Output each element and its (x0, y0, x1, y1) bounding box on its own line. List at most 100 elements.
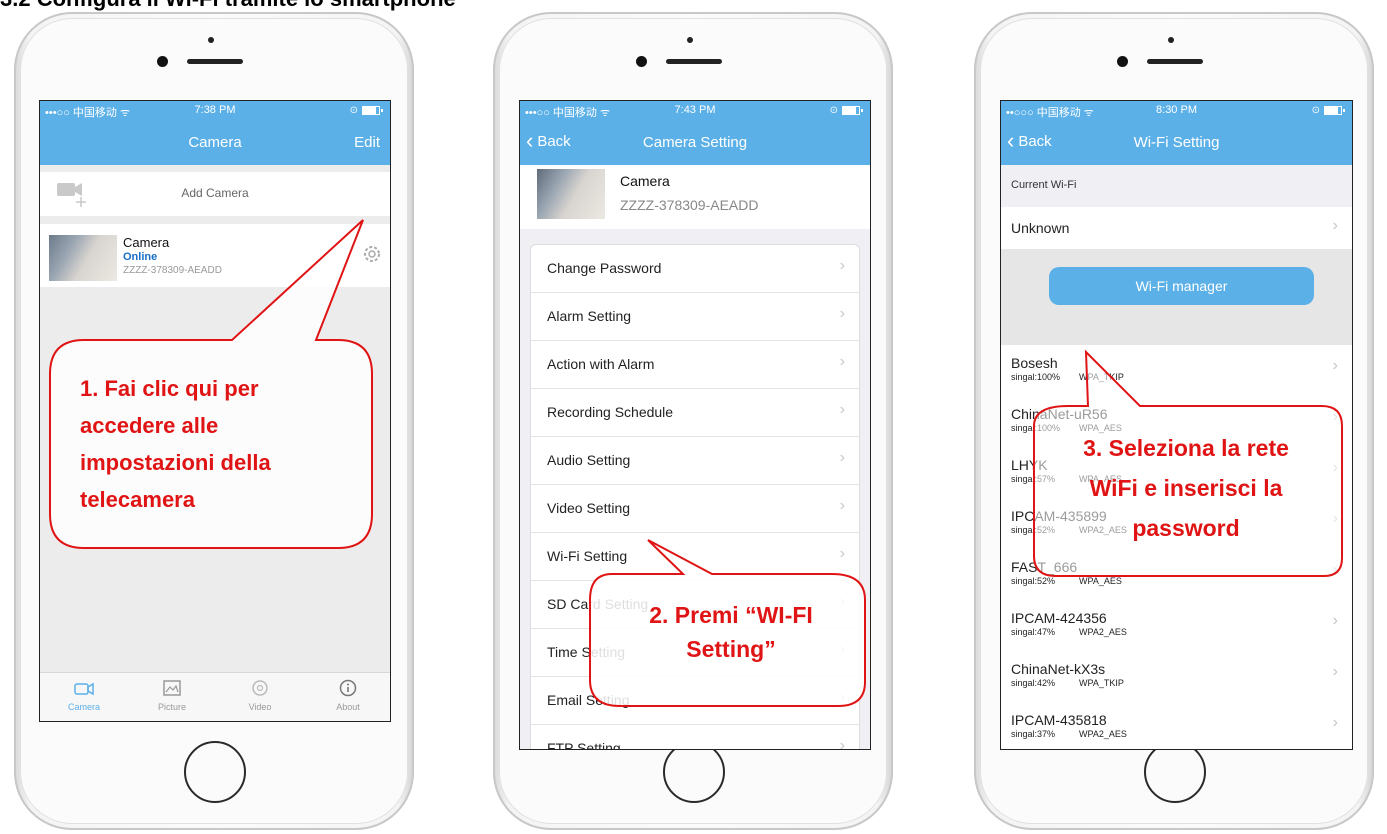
video-tab-icon (252, 680, 268, 696)
chevron-right-icon: › (839, 737, 845, 750)
tab-picture[interactable]: Picture (136, 679, 208, 712)
chevron-right-icon: › (1332, 217, 1338, 234)
tab-about[interactable]: About (312, 679, 384, 712)
camera-name: Camera (620, 173, 670, 189)
network-signal: singal:100% (1011, 372, 1061, 382)
network-item[interactable]: IPCAM-435818 singal:37% WPA2_AES › (1001, 702, 1352, 749)
battery-icon (842, 106, 864, 115)
callout-line: Setting” (686, 636, 776, 662)
network-signal: singal:37% (1011, 729, 1056, 739)
network-item[interactable]: ChinaNet-kX3s singal:42% WPA_TKIP › (1001, 651, 1352, 702)
gear-icon[interactable] (361, 243, 383, 265)
about-tab-icon (339, 679, 357, 697)
camera-lens (636, 56, 647, 67)
home-button[interactable] (1144, 741, 1206, 803)
nav-bar: •••○○ 中国移动 ᯤ 7:38 PM ⊙ Camera Edit (40, 101, 390, 165)
add-camera-row[interactable]: Add Camera (40, 172, 390, 216)
status-bar: •••○○ 中国移动 ᯤ 7:43 PM ⊙ (520, 104, 870, 120)
chevron-right-icon: › (839, 497, 845, 514)
screen-wifi-setting: ••○○○ 中国移动 ᯤ 8:30 PM ⊙ ‹ Back Wi-Fi Setti… (1000, 100, 1353, 750)
menu-item-label: FTP Setting (547, 740, 621, 750)
camera-tab-icon (74, 682, 94, 696)
front-camera (1168, 37, 1174, 43)
phone-2: •••○○ 中国移动 ᯤ 7:43 PM ⊙ ‹ Back Camera Sett… (493, 12, 893, 830)
callout-line: 3. Seleziona la rete (1083, 435, 1289, 461)
nav-bar: •••○○ 中国移动 ᯤ 7:43 PM ⊙ ‹ Back Camera Sett… (520, 101, 870, 165)
tab-label: About (336, 702, 360, 712)
menu-item[interactable]: Change Password › (531, 245, 859, 293)
chevron-right-icon: › (1332, 714, 1338, 731)
chevron-right-icon: › (839, 689, 845, 706)
current-wifi-header: Current Wi-Fi (1011, 179, 1077, 191)
menu-item[interactable]: Alarm Setting › (531, 293, 859, 341)
page-title: Wi-Fi Setting (1133, 134, 1220, 151)
tab-video[interactable]: Video (224, 679, 296, 712)
camera-lens (1117, 56, 1128, 67)
home-button[interactable] (663, 741, 725, 803)
network-item[interactable]: FAST_666 singal:52% WPA_AES › (1001, 549, 1352, 600)
menu-item[interactable]: Recording Schedule › (531, 389, 859, 437)
chevron-right-icon: › (839, 449, 845, 466)
clock: 8:30 PM (1156, 104, 1197, 116)
battery-icon (362, 106, 384, 115)
camera-id: ZZZZ-378309-AEADD (620, 197, 759, 213)
home-button[interactable] (184, 741, 246, 803)
menu-item[interactable]: Audio Setting › (531, 437, 859, 485)
network-ssid: Bosesh (1011, 355, 1058, 371)
chevron-right-icon: › (839, 257, 845, 274)
callout-line: accedere alle (80, 413, 219, 438)
menu-item[interactable]: Video Setting › (531, 485, 859, 533)
network-item[interactable]: IPCAM-424356 singal:47% WPA2_AES › (1001, 600, 1352, 651)
callout-1-text: 1. Fai clic qui per accedere alle impost… (80, 370, 271, 518)
speaker-grille (187, 59, 243, 64)
menu-item[interactable]: Wi-Fi Setting › (531, 533, 859, 581)
chevron-right-icon: › (839, 545, 845, 562)
front-camera (687, 37, 693, 43)
network-ssid: IPCAM-435818 (1011, 712, 1107, 728)
speaker-grille (1147, 59, 1203, 64)
tab-camera[interactable]: Camera (48, 679, 120, 712)
menu-item-label: Wi-Fi Setting (547, 548, 628, 564)
speaker-grille (666, 59, 722, 64)
chevron-right-icon: › (839, 305, 845, 322)
menu-item-label: Alarm Setting (547, 308, 632, 324)
lock-icon: ⊙ (349, 105, 358, 116)
menu-item-label: Action with Alarm (547, 356, 655, 372)
callout-line: 1. Fai clic qui per (80, 376, 259, 401)
current-wifi-row[interactable]: Unknown › (1001, 207, 1352, 249)
menu-item[interactable]: Email Setting › (531, 677, 859, 725)
menu-list: Change Password › Alarm Setting › Action wit… (531, 245, 859, 750)
camera-thumbnail (49, 235, 117, 281)
tab-label: Camera (67, 702, 100, 712)
callout-line: impostazioni della (80, 450, 271, 475)
chevron-right-icon: › (839, 353, 845, 370)
front-camera (208, 37, 214, 43)
camera-lens (157, 56, 168, 67)
network-security: WPA2_AES (1079, 627, 1127, 637)
manager-area: Wi-Fi manager (1001, 249, 1352, 345)
network-security: WPA_AES (1079, 576, 1122, 586)
network-signal: singal:42% (1011, 678, 1056, 688)
camera-status: Online (123, 251, 158, 263)
network-security: WPA_TKIP (1079, 678, 1124, 688)
battery-icon (1324, 106, 1346, 115)
network-security: WPA_TKIP (1079, 372, 1124, 382)
network-item[interactable]: Bosesh singal:100% WPA_TKIP › (1001, 345, 1352, 396)
chevron-right-icon: › (1332, 612, 1338, 629)
menu-item-label: Email Setting (547, 692, 630, 708)
lock-icon: ⊙ (1311, 105, 1320, 116)
add-camera-label: Add Camera (181, 186, 249, 200)
camera-row[interactable]: Camera Online ZZZZ-378309-AEADD (40, 224, 390, 287)
network-signal: singal:52% (1011, 576, 1056, 586)
edit-button[interactable]: Edit (354, 134, 380, 151)
menu-item[interactable]: FTP Setting › (531, 725, 859, 750)
menu-item[interactable]: Action with Alarm › (531, 341, 859, 389)
chevron-right-icon: › (1332, 357, 1338, 374)
menu-item-label: Audio Setting (547, 452, 631, 468)
callout-line: password (1132, 515, 1240, 541)
tab-bar: Camera Picture Video About (40, 672, 390, 721)
wifi-manager-button[interactable]: Wi-Fi manager (1049, 267, 1314, 305)
camera-id: ZZZZ-378309-AEADD (123, 265, 222, 276)
lock-icon: ⊙ (829, 105, 838, 116)
menu-item-label: Change Password (547, 260, 662, 276)
